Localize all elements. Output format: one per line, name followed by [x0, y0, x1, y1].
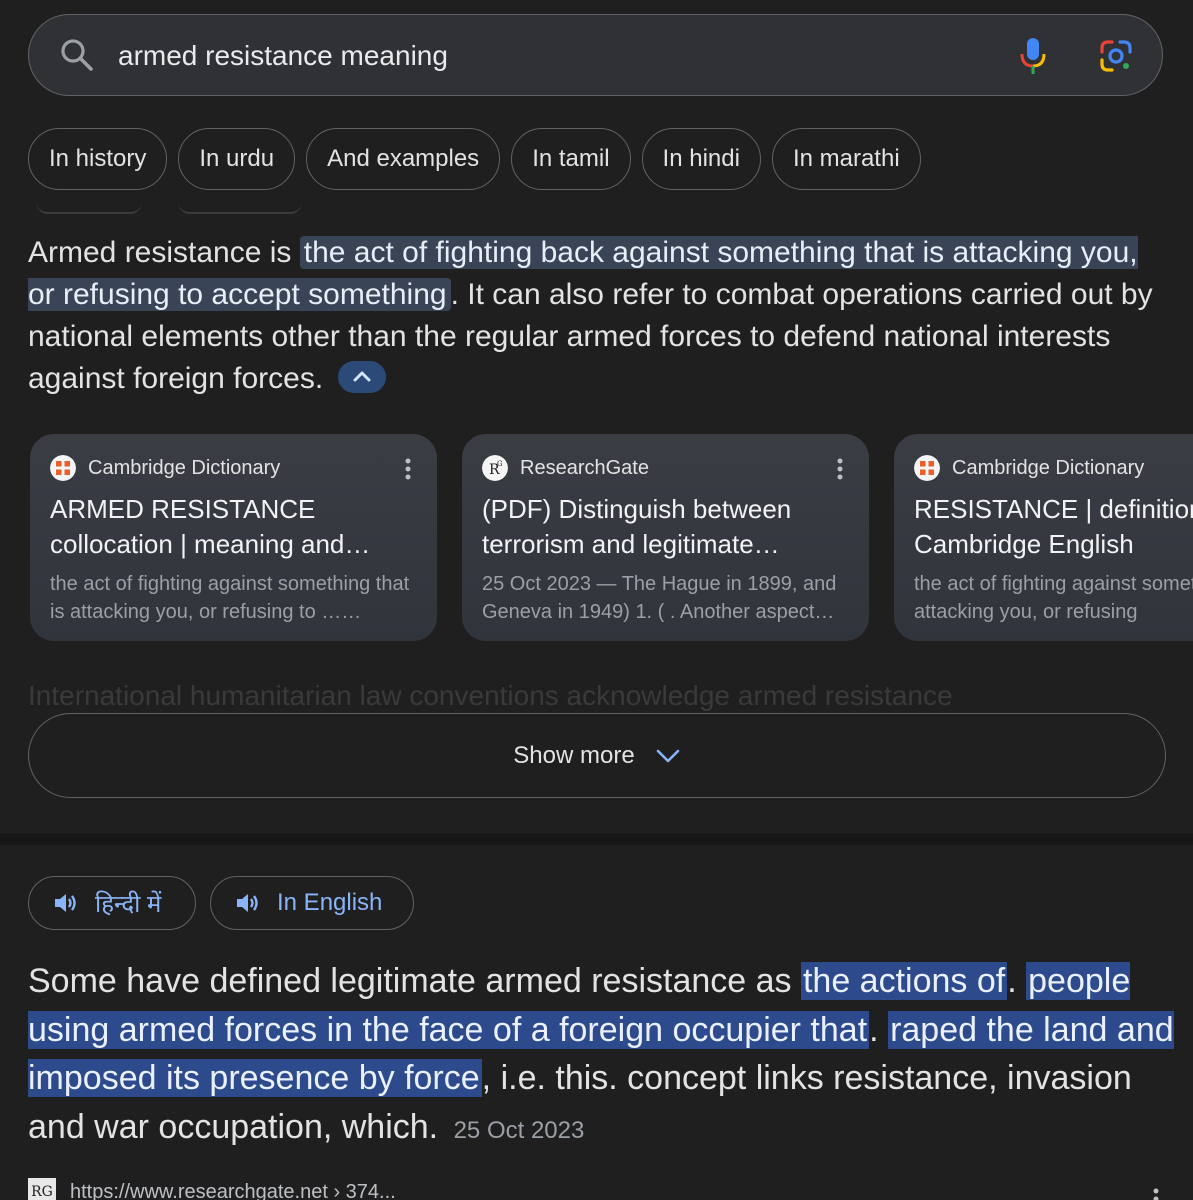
- card-source: Cambridge Dictionary: [50, 454, 417, 482]
- chip-shadow: [36, 202, 142, 214]
- listen-hindi-label: हिन्दी में: [95, 890, 162, 918]
- search-results-page: armed resistance meaning In history In u…: [0, 0, 1193, 1200]
- chip-in-marathi[interactable]: In marathi: [771, 128, 921, 190]
- result-url[interactable]: https://www.researchgate.net › 374...: [70, 1181, 396, 1200]
- speaker-icon: [55, 894, 76, 912]
- more-options-icon[interactable]: [1153, 1188, 1159, 1200]
- cambridge-logo-icon: [914, 455, 940, 481]
- card-source-name: ResearchGate: [520, 456, 649, 479]
- card-source-name: Cambridge Dictionary: [88, 456, 281, 479]
- featured-answer: Armed resistance is the act of fighting …: [28, 232, 1168, 400]
- quote-highlight: the actions of: [800, 962, 1008, 1000]
- search-header: armed resistance meaning: [0, 0, 1193, 110]
- quote-text: .: [869, 1010, 889, 1049]
- answer-prefix: Armed resistance is: [28, 236, 300, 269]
- card-title: RESISTANCE | definition in the Cambridge…: [914, 494, 1193, 559]
- collapse-button[interactable]: [337, 361, 386, 394]
- google-lens-icon[interactable]: [1098, 38, 1134, 74]
- search-icon[interactable]: [60, 38, 94, 72]
- researchgate-logo-icon: R G: [482, 455, 508, 481]
- chip-and-examples[interactable]: And examples: [306, 128, 501, 190]
- researchgate-favicon-icon: RG: [28, 1178, 56, 1200]
- quote-date: 25 Oct 2023: [453, 1116, 585, 1144]
- chip-in-hindi[interactable]: In hindi: [641, 128, 761, 190]
- more-options-icon[interactable]: [837, 458, 843, 480]
- source-card[interactable]: Cambridge Dictionary RESISTANCE | defini…: [894, 434, 1193, 641]
- more-options-icon[interactable]: [405, 458, 411, 480]
- chip-shadow: [178, 202, 302, 214]
- cambridge-logo-icon: [50, 455, 76, 481]
- listen-english-button[interactable]: In English: [210, 876, 414, 930]
- speaker-icon: [237, 894, 258, 912]
- result-source-link[interactable]: RG https://www.researchgate.net › 374...: [28, 1178, 396, 1200]
- card-source-name: Cambridge Dictionary: [952, 456, 1145, 479]
- chevron-up-icon: [353, 371, 371, 382]
- quote-text: Some have defined legitimate armed resis…: [28, 962, 801, 1000]
- chip-in-tamil[interactable]: In tamil: [511, 128, 631, 190]
- show-more-button[interactable]: Show more: [28, 713, 1166, 798]
- card-snippet: 25 Oct 2023 — The Hague in 1899, and Gen…: [482, 573, 837, 623]
- search-input[interactable]: armed resistance meaning: [118, 38, 448, 74]
- refinement-chips: In history In urdu And examples In tamil…: [28, 128, 921, 192]
- chip-in-urdu[interactable]: In urdu: [178, 128, 296, 190]
- card-source: R G ResearchGate: [482, 454, 849, 482]
- chip-in-history[interactable]: In history: [28, 128, 168, 190]
- truncated-text: International humanitarian law conventio…: [28, 680, 953, 711]
- quote-text: .: [1007, 962, 1027, 1000]
- card-source: Cambridge Dictionary: [914, 454, 1193, 482]
- source-card[interactable]: Cambridge Dictionary ARMED RESISTANCE co…: [30, 434, 437, 641]
- card-title: ARMED RESISTANCE collocation | meaning a…: [50, 494, 371, 559]
- microphone-icon[interactable]: [1016, 36, 1050, 76]
- show-more-label: Show more: [513, 741, 635, 769]
- card-snippet: the act of fighting against something th…: [914, 573, 1193, 623]
- card-snippet: the act of fighting against something th…: [50, 573, 410, 623]
- source-card[interactable]: R G ResearchGate (PDF) Distinguish betwe…: [462, 434, 869, 641]
- section-divider: [0, 833, 1193, 845]
- source-cards: Cambridge Dictionary ARMED RESISTANCE co…: [30, 434, 1193, 642]
- svg-text:G: G: [497, 460, 503, 468]
- card-title: (PDF) Distinguish between terrorism and …: [482, 494, 792, 559]
- listen-english-label: In English: [277, 889, 383, 916]
- listen-hindi-button[interactable]: हिन्दी में: [28, 876, 196, 930]
- featured-snippet-quote: Some have defined legitimate armed resis…: [28, 957, 1178, 1155]
- chevron-down-icon: [656, 749, 679, 762]
